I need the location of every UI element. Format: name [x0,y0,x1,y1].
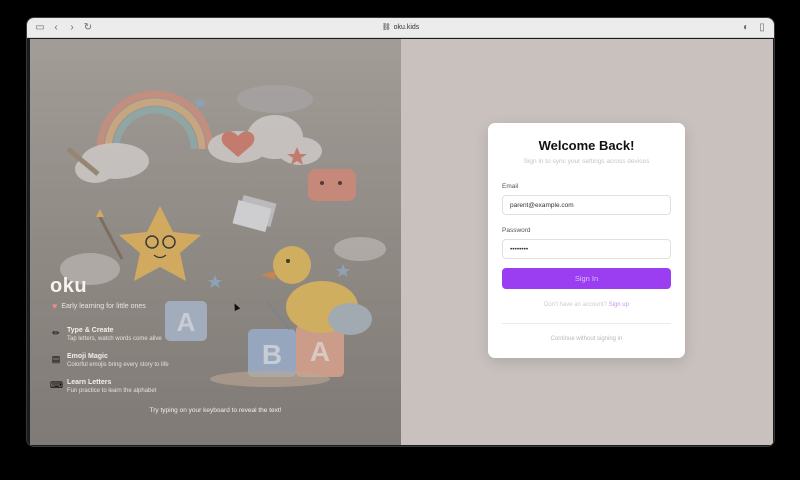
keyboard-icon: ⌨ [50,380,63,390]
split-view-icon[interactable]: ▯ [755,21,769,35]
password-field[interactable] [502,239,671,259]
password-label: Password [502,227,531,234]
login-subtitle: Sign in to sync your settings across dev… [523,158,650,165]
feature-type-create: ✏ Type & Create Tap letters, watch words… [50,327,162,342]
tagline-text: Early learning for little ones [61,302,146,310]
login-card: Welcome Back! Sign in to sync your setti… [488,123,685,358]
feature-desc: Fun practice to learn the alphabet [67,388,157,394]
signup-prompt: Don't have an account? Sign up [488,302,685,308]
email-label: Email [502,183,519,190]
address-bar[interactable]: ⛓ oku.kids [382,21,420,35]
feature-title: Learn Letters [67,379,112,386]
feature-learn-letters: ⌨ Learn Letters Fun practice to learn th… [50,379,156,394]
sign-up-link[interactable]: Sign up [609,302,629,308]
brand-logo: oku [50,275,88,297]
continue-as-guest-link[interactable]: Continue without signing in [488,336,685,342]
feature-desc: Tap letters, watch words come alive [67,336,162,342]
page-viewport: A B A oku ♥ Early learning for little on… [30,39,773,445]
tagline: ♥ Early learning for little ones [52,301,146,311]
extension-icon[interactable]: ◐ [739,21,753,35]
feature-title: Type & Create [67,327,114,334]
keyboard-hint: Try typing on your keyboard to reveal th… [149,407,282,414]
pencil-icon: ✏ [52,328,60,338]
illustration-panel: A B A oku ♥ Early learning for little on… [30,39,401,445]
login-title: Welcome Back! [538,138,635,153]
no-account-text: Don't have an account? [544,302,607,308]
link-icon: ⛓ [381,24,391,31]
sign-in-button[interactable]: Sign In [502,268,671,289]
book-icon: ▤ [51,354,61,364]
url-text: oku.kids [393,24,420,31]
feature-desc: Colorful emojis bring every story to lif… [67,362,169,368]
browser-toolbar: ▭ ‹ › ↻ ⛓ oku.kids ◐ ▯ [27,18,774,38]
sidebar-icon[interactable]: ▭ [33,21,47,35]
login-panel: Welcome Back! Sign in to sync your setti… [401,39,773,445]
email-field[interactable] [502,195,671,215]
feature-emoji-magic: ▤ Emoji Magic Colorful emojis bring ever… [50,353,169,368]
heart-icon: ♥ [52,301,58,311]
forward-icon[interactable]: › [65,21,79,35]
back-icon[interactable]: ‹ [49,21,63,35]
browser-window: ▭ ‹ › ↻ ⛓ oku.kids ◐ ▯ A B A oku ♥ Early… [26,17,775,447]
reload-icon[interactable]: ↻ [81,21,95,35]
divider [502,323,671,324]
feature-title: Emoji Magic [67,353,108,360]
